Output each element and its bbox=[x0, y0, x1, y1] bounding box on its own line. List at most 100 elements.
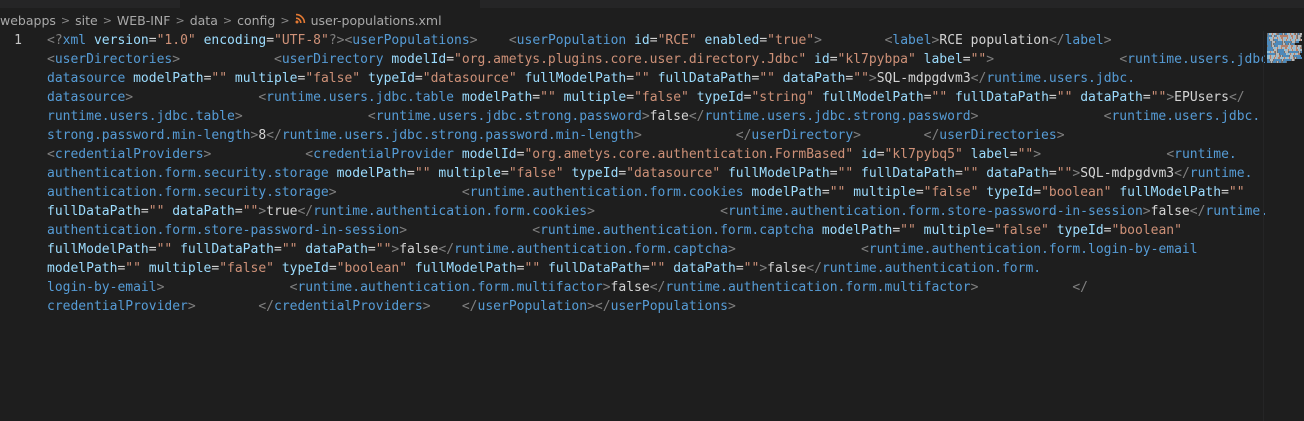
breadcrumb-item-data[interactable]: data bbox=[190, 13, 218, 28]
xml-attribute-token: fullModelPath bbox=[414, 261, 517, 276]
tab-strip[interactable] bbox=[0, 0, 1304, 8]
xml-bracket-token: > bbox=[641, 109, 650, 124]
xml-text-token: = bbox=[140, 204, 149, 219]
xml-tag-token: runtime. bbox=[1189, 166, 1253, 181]
xml-string-token: "kl7pybpa" bbox=[837, 52, 916, 67]
code-visual-line[interactable]: authentication.form.security.storage mod… bbox=[47, 164, 1262, 183]
xml-tag-token: credentialProvider bbox=[313, 147, 455, 162]
xml-text-token: false bbox=[649, 109, 689, 124]
code-visual-line[interactable]: <userDirectories> <userDirectory modelId… bbox=[47, 50, 1276, 69]
code-visual-line[interactable]: credentialProvider> </credentialProvider… bbox=[47, 297, 1262, 316]
xml-tag-token: credentialProviders bbox=[54, 147, 204, 162]
xml-bracket-token: <? bbox=[47, 33, 63, 48]
breadcrumb-item-webapps[interactable]: webapps bbox=[0, 13, 56, 28]
xml-text-token: = bbox=[1048, 166, 1057, 181]
xml-bracket-token: > bbox=[759, 261, 768, 276]
xml-text-token: = bbox=[1142, 90, 1151, 105]
code-visual-line[interactable]: <credentialProviders> <credentialProvide… bbox=[47, 145, 1262, 164]
xml-tag-token: runtime.authentication.form.cookies bbox=[313, 204, 588, 219]
code-visual-line[interactable]: modelPath="" multiple="false" typeId="bo… bbox=[47, 259, 1262, 278]
xml-tag-token: runtime.authentication.form.multifactor bbox=[297, 280, 603, 295]
xml-bracket-token: < bbox=[532, 223, 541, 238]
xml-string-token: "" bbox=[125, 261, 141, 276]
xml-text-token bbox=[211, 147, 305, 162]
code-visual-line[interactable]: datasource> <runtime.users.jdbc.table mo… bbox=[47, 88, 1262, 107]
xml-tag-token: credentialProviders bbox=[274, 299, 423, 314]
minimap[interactable] bbox=[1265, 31, 1304, 421]
xml-string-token: "" bbox=[1056, 166, 1073, 181]
xml-text-token: = bbox=[148, 242, 157, 257]
breadcrumb-separator: > bbox=[60, 13, 71, 27]
xml-text-token: 8 bbox=[258, 128, 267, 143]
xml-text-token bbox=[431, 299, 462, 314]
xml-string-token: "1.0" bbox=[156, 33, 196, 48]
code-editor[interactable]: 1 <?xml version="1.0" encoding="UTF-8"?>… bbox=[0, 31, 1276, 421]
xml-tag-token: runtime.users.jdbc. bbox=[986, 71, 1136, 86]
xml-text-token: = bbox=[876, 147, 885, 162]
xml-bracket-token: < bbox=[367, 109, 376, 124]
xml-tag-token: runtime.authentication.form.store-passwo… bbox=[727, 204, 1143, 219]
code-content[interactable]: <?xml version="1.0" encoding="UTF-8"?><u… bbox=[47, 31, 1276, 316]
xml-string-token: "" bbox=[156, 242, 173, 257]
code-visual-line[interactable]: fullDataPath="" dataPath="">true</runtim… bbox=[47, 202, 1268, 221]
breadcrumb-file[interactable]: user-populations.xml bbox=[311, 13, 442, 28]
code-visual-line[interactable]: fullModelPath="" fullDataPath="" dataPat… bbox=[47, 240, 1262, 259]
xml-text-token: = bbox=[649, 33, 658, 48]
xml-text-token: = bbox=[954, 166, 963, 181]
xml-text-token: = bbox=[759, 33, 768, 48]
xml-bracket-token: ?> bbox=[328, 33, 345, 48]
xml-text-token: = bbox=[407, 166, 415, 181]
xml-bracket-token: </ bbox=[1048, 33, 1065, 48]
xml-attribute-token: dataPath bbox=[986, 166, 1049, 181]
xml-text-token: = bbox=[829, 166, 838, 181]
code-visual-line[interactable]: runtime.users.jdbc.table> <runtime.users… bbox=[47, 107, 1262, 126]
xml-text-token bbox=[329, 166, 337, 181]
xml-bracket-token: > bbox=[125, 90, 134, 105]
scrollbar-divider bbox=[1263, 31, 1264, 421]
xml-string-token: "" bbox=[1150, 90, 1167, 105]
xml-bracket-token: > bbox=[469, 33, 478, 48]
code-visual-line[interactable]: <?xml version="1.0" encoding="UTF-8"?><u… bbox=[47, 31, 1262, 50]
active-tab[interactable] bbox=[180, 0, 480, 8]
xml-text-token bbox=[1049, 223, 1057, 238]
breadcrumb-item-web-inf[interactable]: WEB-INF bbox=[117, 13, 171, 28]
xml-attribute-token: fullModelPath bbox=[47, 242, 149, 257]
xml-tag-token: userDirectory bbox=[281, 52, 384, 67]
xml-text-token: true bbox=[266, 204, 298, 219]
xml-tag-token: runtime.authentication.form.login-by-ema… bbox=[868, 242, 1198, 257]
xml-tag-token: authentication.form.store-password-in-se… bbox=[47, 223, 400, 238]
xml-text-token bbox=[243, 109, 368, 124]
xml-text-token bbox=[963, 147, 971, 162]
minimap-strip bbox=[1297, 57, 1302, 59]
xml-string-token: "" bbox=[649, 261, 666, 276]
xml-bracket-token: < bbox=[720, 204, 728, 219]
xml-string-token: "" bbox=[829, 185, 846, 200]
code-visual-line[interactable]: strong.password.min-length>8</runtime.us… bbox=[47, 126, 1262, 145]
xml-string-token: "false" bbox=[994, 223, 1049, 238]
xml-bracket-token: </ bbox=[1189, 204, 1206, 219]
code-visual-line[interactable]: datasource modelPath="" multiple="false"… bbox=[47, 69, 1262, 88]
breadcrumb-item-site[interactable]: site bbox=[75, 13, 98, 28]
xml-bracket-token: < bbox=[305, 147, 314, 162]
xml-bracket-token: < bbox=[461, 185, 470, 200]
xml-bracket-token: < bbox=[1119, 52, 1128, 67]
code-visual-line[interactable]: authentication.form.security.storage> <r… bbox=[47, 183, 1262, 202]
code-visual-line[interactable]: authentication.form.store-password-in-se… bbox=[47, 221, 1262, 240]
xml-attribute-token: multiple bbox=[563, 90, 627, 105]
xml-text-token: = bbox=[962, 52, 971, 67]
xml-text-token bbox=[853, 166, 861, 181]
line-number: 1 bbox=[14, 33, 22, 48]
breadcrumb-separator: > bbox=[222, 13, 233, 27]
code-visual-line[interactable]: login-by-email> <runtime.authentication.… bbox=[47, 278, 1262, 297]
xml-text-token bbox=[196, 299, 259, 314]
xml-text-token bbox=[689, 90, 697, 105]
breadcrumb-item-config[interactable]: config bbox=[237, 13, 275, 28]
xml-text-token: = bbox=[328, 261, 337, 276]
xml-attribute-token: modelPath bbox=[47, 261, 118, 276]
xml-string-token: "" bbox=[634, 71, 650, 86]
xml-string-token: "" bbox=[540, 90, 556, 105]
xml-attribute-token: typeId bbox=[696, 90, 744, 105]
xml-attribute-token: fullDataPath bbox=[47, 204, 141, 219]
xml-bracket-token: </ bbox=[1228, 90, 1245, 105]
xml-string-token: "" bbox=[1228, 185, 1245, 200]
